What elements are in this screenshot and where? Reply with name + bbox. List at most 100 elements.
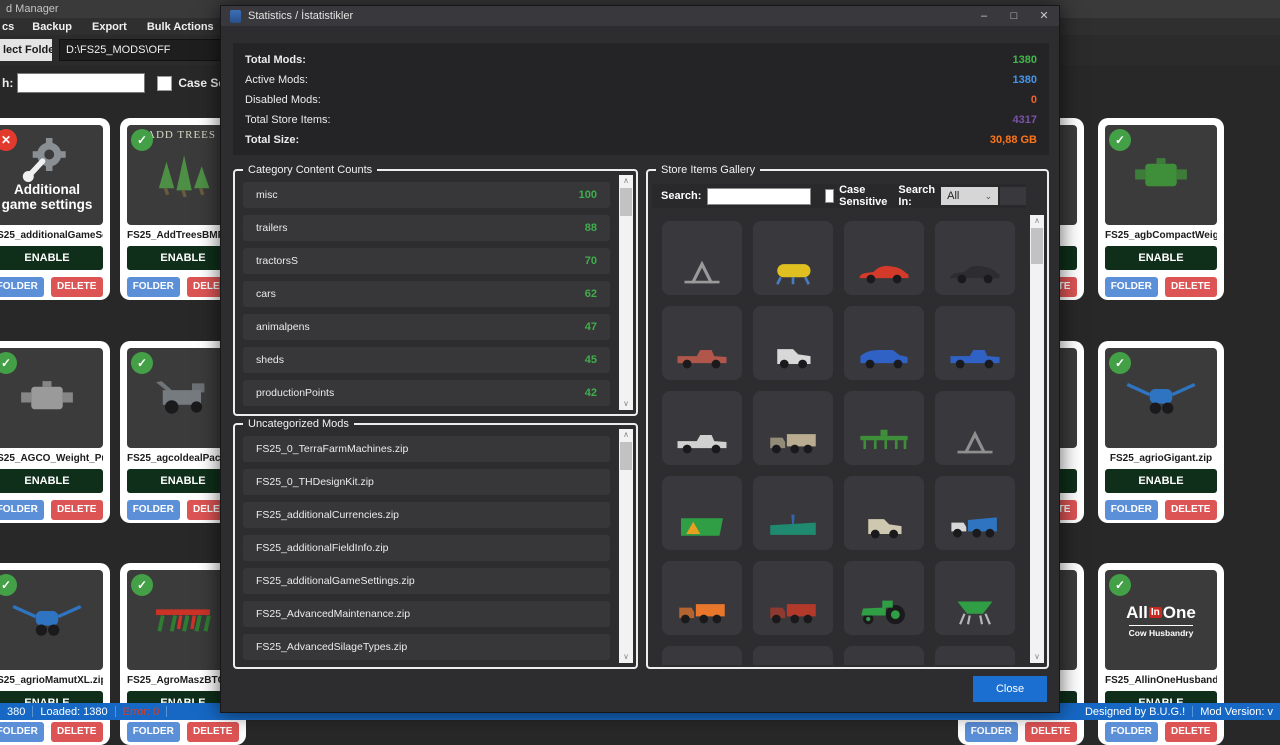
folder-button[interactable]: FOLDER: [0, 277, 44, 297]
search-in-dropdown[interactable]: All ⌄: [941, 187, 998, 205]
folder-button[interactable]: FOLDER: [0, 500, 44, 520]
store-item-tile[interactable]: [844, 646, 924, 665]
delete-button[interactable]: DELETE: [51, 500, 104, 520]
store-item-tile[interactable]: [662, 221, 742, 295]
folder-button[interactable]: FOLDER: [0, 722, 44, 742]
scrollbar-thumb[interactable]: [620, 188, 632, 216]
menu-item-bulk-actions[interactable]: Bulk Actions: [137, 21, 224, 33]
search-input[interactable]: [17, 73, 145, 93]
maximize-icon[interactable]: □: [999, 6, 1029, 26]
uncategorized-row[interactable]: FS25_additionalGameSettings.zip: [243, 568, 610, 594]
folder-button[interactable]: FOLDER: [1105, 722, 1158, 742]
folder-button[interactable]: FOLDER: [1105, 500, 1158, 520]
store-item-tile[interactable]: [844, 391, 924, 465]
folder-button[interactable]: FOLDER: [965, 722, 1018, 742]
uncategorized-row[interactable]: FS25_0_TerraFarmMachines.zip: [243, 436, 610, 462]
folder-button[interactable]: FOLDER: [127, 722, 180, 742]
uncategorized-row[interactable]: FS25_additionalFieldInfo.zip: [243, 535, 610, 561]
store-item-tile[interactable]: [753, 561, 833, 635]
store-item-tile[interactable]: [753, 306, 833, 380]
store-item-tile[interactable]: [662, 646, 742, 665]
select-folder-button[interactable]: lect Folder: [0, 39, 52, 61]
category-row[interactable]: tractorsS70: [243, 248, 610, 274]
category-row[interactable]: cars62: [243, 281, 610, 307]
category-counts-groupbox: Category Content Counts misc100 trailers…: [233, 169, 638, 416]
folder-path-field[interactable]: D:\FS25_MODS\OFF: [59, 39, 223, 61]
store-item-tile[interactable]: [753, 221, 833, 295]
uncategorized-row[interactable]: FS25_AdvancedSilageTypes.zip: [243, 634, 610, 660]
scroll-down-icon[interactable]: ∨: [619, 398, 633, 410]
uncategorized-row[interactable]: FS25_additionalCurrencies.zip: [243, 502, 610, 528]
folder-button[interactable]: FOLDER: [127, 500, 180, 520]
scrollbar-thumb[interactable]: [620, 442, 632, 470]
store-item-tile[interactable]: [935, 561, 1015, 635]
gallery-case-sensitive-checkbox[interactable]: [825, 189, 834, 203]
scroll-up-icon[interactable]: ∧: [619, 429, 633, 441]
minimize-icon[interactable]: –: [969, 6, 999, 26]
store-item-tile[interactable]: [662, 306, 742, 380]
stat-value: 1380: [1013, 54, 1037, 66]
folder-button[interactable]: FOLDER: [1105, 277, 1158, 297]
scroll-down-icon[interactable]: ∨: [1030, 651, 1044, 663]
scrollbar[interactable]: ∧ ∨: [619, 429, 633, 663]
store-item-tile[interactable]: [844, 306, 924, 380]
menu-item-backup[interactable]: Backup: [22, 21, 82, 33]
enable-button[interactable]: ENABLE: [1105, 469, 1217, 493]
close-icon[interactable]: ✕: [1029, 6, 1059, 26]
folder-button[interactable]: FOLDER: [127, 277, 180, 297]
delete-button[interactable]: DELETE: [1165, 277, 1218, 297]
delete-button[interactable]: DELETE: [51, 722, 104, 742]
scrollbar-thumb[interactable]: [1031, 228, 1043, 264]
store-item-tile[interactable]: [844, 221, 924, 295]
uncategorized-row[interactable]: FS25_0_THDesignKit.zip: [243, 469, 610, 495]
all-in-one-subtitle: Cow Husbandry: [1129, 625, 1194, 638]
scroll-down-icon[interactable]: ∨: [619, 651, 633, 663]
mod-status-badge: ✓: [1109, 129, 1131, 151]
category-row[interactable]: misc100: [243, 182, 610, 208]
enable-button[interactable]: ENABLE: [0, 469, 103, 493]
store-item-tile[interactable]: [935, 221, 1015, 295]
case-sensitive-checkbox[interactable]: [157, 76, 172, 91]
enable-button[interactable]: ENABLE: [0, 246, 103, 270]
uncategorized-list: FS25_0_TerraFarmMachines.zip FS25_0_THDe…: [243, 436, 610, 663]
scroll-up-icon[interactable]: ∧: [1030, 215, 1044, 227]
category-row[interactable]: sheds45: [243, 347, 610, 373]
store-item-image: [856, 513, 912, 541]
enable-button[interactable]: ENABLE: [1105, 246, 1217, 270]
menu-item-statistics[interactable]: cs: [0, 21, 22, 33]
category-count: 62: [585, 288, 597, 300]
store-item-tile[interactable]: [935, 391, 1015, 465]
store-item-tile[interactable]: [844, 561, 924, 635]
scroll-up-icon[interactable]: ∧: [619, 175, 633, 187]
category-row[interactable]: trailers88: [243, 215, 610, 241]
store-item-tile[interactable]: [753, 646, 833, 665]
search-in-value: All: [947, 190, 959, 202]
gallery-search-bar: Search: Case Sensitive Search In: All ⌄: [652, 184, 1026, 208]
category-row[interactable]: animalpens47: [243, 314, 610, 340]
store-item-tile[interactable]: [753, 476, 833, 550]
store-item-tile[interactable]: [935, 306, 1015, 380]
scrollbar[interactable]: ∧ ∨: [1030, 215, 1044, 663]
store-item-tile[interactable]: [935, 476, 1015, 550]
store-item-image: [674, 343, 730, 371]
scrollbar[interactable]: ∧ ∨: [619, 175, 633, 410]
delete-button[interactable]: DELETE: [1165, 722, 1218, 742]
mod-image-icon: [147, 598, 219, 642]
delete-button[interactable]: DELETE: [1165, 500, 1218, 520]
store-item-tile[interactable]: [662, 391, 742, 465]
gallery-search-input[interactable]: [707, 188, 811, 205]
delete-button[interactable]: DELETE: [51, 277, 104, 297]
store-item-tile[interactable]: [935, 646, 1015, 665]
store-item-tile[interactable]: [662, 561, 742, 635]
dialog-titlebar[interactable]: Statistics / İstatistikler – □ ✕: [221, 6, 1059, 26]
category-row[interactable]: productionPoints42: [243, 380, 610, 406]
menu-item-export[interactable]: Export: [82, 21, 137, 33]
delete-button[interactable]: DELETE: [1025, 722, 1078, 742]
store-item-tile[interactable]: [753, 391, 833, 465]
store-item-tile[interactable]: [662, 476, 742, 550]
close-button[interactable]: Close: [973, 676, 1047, 702]
uncategorized-row[interactable]: FS25_AdvancedMaintenance.zip: [243, 601, 610, 627]
delete-button[interactable]: DELETE: [187, 722, 240, 742]
store-item-image: [856, 258, 912, 286]
store-item-tile[interactable]: [844, 476, 924, 550]
